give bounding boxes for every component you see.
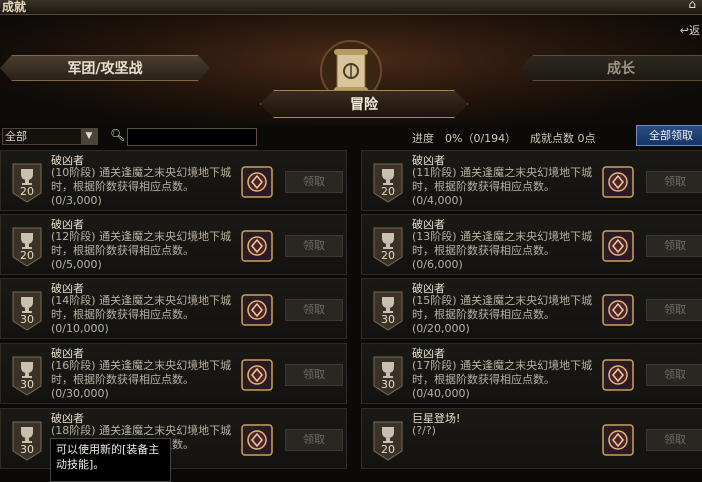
achievement-desc-text: (11阶段) 通关逢魔之末央幻境地下城时，根据阶数获得相应点数。 xyxy=(412,166,593,193)
achievement-desc-text: (15阶段) 通关逢魔之末央幻境地下城时，根据阶数获得相应点数。 xyxy=(412,294,593,321)
achievement-card: 30 破凶者 (17阶段) 通关逢魔之末央幻境地下城时，根据阶数获得相应点数。 … xyxy=(361,343,702,404)
claim-button[interactable]: 领取 xyxy=(646,364,702,386)
achievement-description: (12阶段) 通关逢魔之末央幻境地下城时，根据阶数获得相应点数。 (0/5,00… xyxy=(51,230,237,272)
achievement-card: 30 破凶者 (15阶段) 通关逢魔之末央幻境地下城时，根据阶数获得相应点数。 … xyxy=(361,278,702,339)
achievement-desc-text: (14阶段) 通关逢魔之末央幻境地下城时，根据阶数获得相应点数。 xyxy=(51,294,232,321)
achievement-points: 成就点数 0点 xyxy=(530,132,596,145)
reward-icon[interactable] xyxy=(602,230,634,262)
filter-value: 全部 xyxy=(5,130,27,143)
search-input[interactable] xyxy=(127,128,257,146)
badge-points: 30 xyxy=(381,313,395,326)
claim-button[interactable]: 领取 xyxy=(646,429,702,451)
achievement-progress: (0/20,000) xyxy=(412,322,470,335)
achievement-description: (10阶段) 通关逢魔之末央幻境地下城时，根据阶数获得相应点数。 (0/3,00… xyxy=(51,166,237,208)
badge-points: 30 xyxy=(20,313,34,326)
claim-button[interactable]: 领取 xyxy=(646,171,702,193)
badge-points: 20 xyxy=(20,185,34,198)
achievement-progress: (0/4,000) xyxy=(412,194,463,207)
badge-points: 30 xyxy=(20,378,34,391)
achievement-card: 20 破凶者 (12阶段) 通关逢魔之末央幻境地下城时，根据阶数获得相应点数。 … xyxy=(0,214,347,275)
tab-adventure[interactable]: 冒险 xyxy=(260,90,468,118)
achievement-card: 20 巨星登场! (?/?) 领取 xyxy=(361,408,702,469)
achievement-description: (17阶段) 通关逢魔之末央幻境地下城时，根据阶数获得相应点数。 (0/40,0… xyxy=(412,359,598,401)
claim-button[interactable]: 领取 xyxy=(285,235,343,257)
tab-growth[interactable]: 成长 xyxy=(521,55,702,81)
progress-text: 进度 0%（0/194） xyxy=(412,132,517,145)
window-title: 成就 xyxy=(2,0,27,14)
search-icon: 🔍︎ xyxy=(110,128,126,142)
reward-icon[interactable] xyxy=(602,294,634,326)
claim-button[interactable]: 领取 xyxy=(646,235,702,257)
achievement-progress: (0/6,000) xyxy=(412,258,463,271)
badge-points: 30 xyxy=(381,378,395,391)
achievement-desc-text: (17阶段) 通关逢魔之末央幻境地下城时，根据阶数获得相应点数。 xyxy=(412,359,593,386)
achievement-desc-text: (16阶段) 通关逢魔之末央幻境地下城时，根据阶数获得相应点数。 xyxy=(51,359,232,386)
claim-button[interactable]: 领取 xyxy=(285,364,343,386)
achievement-desc-text: (13阶段) 通关逢魔之末央幻境地下城时，根据阶数获得相应点数。 xyxy=(412,230,593,257)
achievement-desc-text: (?/?) xyxy=(412,424,436,437)
title-bar: 成就 ⌂ xyxy=(0,0,702,15)
achievement-card: 20 破凶者 (11阶段) 通关逢魔之末央幻境地下城时，根据阶数获得相应点数。 … xyxy=(361,150,702,211)
claim-all-button[interactable]: 全部领取 xyxy=(636,125,702,146)
reward-icon[interactable] xyxy=(241,424,273,456)
achievement-description: (11阶段) 通关逢魔之末央幻境地下城时，根据阶数获得相应点数。 (0/4,00… xyxy=(412,166,598,208)
badge-points: 20 xyxy=(381,249,395,262)
badge-points: 20 xyxy=(20,249,34,262)
achievement-desc-text: (12阶段) 通关逢魔之末央幻境地下城时，根据阶数获得相应点数。 xyxy=(51,230,232,257)
claim-button[interactable]: 领取 xyxy=(285,299,343,321)
achievement-card: 30 破凶者 (14阶段) 通关逢魔之末央幻境地下城时，根据阶数获得相应点数。 … xyxy=(0,278,347,339)
achievement-desc-text: (10阶段) 通关逢魔之末央幻境地下城时，根据阶数获得相应点数。 xyxy=(51,166,232,193)
achievement-progress: (0/10,000) xyxy=(51,322,109,335)
reward-icon[interactable] xyxy=(602,424,634,456)
achievement-description: (15阶段) 通关逢魔之末央幻境地下城时，根据阶数获得相应点数。 (0/20,0… xyxy=(412,294,598,336)
badge-points: 30 xyxy=(20,443,34,456)
filter-dropdown[interactable]: 全部 ▼ xyxy=(2,128,98,145)
chevron-down-icon[interactable]: ▼ xyxy=(81,129,97,144)
badge-points: 20 xyxy=(381,185,395,198)
achievement-description: (13阶段) 通关逢魔之末央幻境地下城时，根据阶数获得相应点数。 (0/6,00… xyxy=(412,230,598,272)
claim-button[interactable]: 领取 xyxy=(285,171,343,193)
home-icon[interactable]: ⌂ xyxy=(688,0,696,11)
reward-icon[interactable] xyxy=(241,294,273,326)
achievement-progress: (0/40,000) xyxy=(412,387,470,400)
skill-tooltip: 可以使用新的[装备主动技能]。 xyxy=(50,438,171,482)
reward-icon[interactable] xyxy=(241,166,273,198)
back-button[interactable]: ↩返 xyxy=(680,22,700,38)
reward-icon[interactable] xyxy=(241,359,273,391)
achievement-description: (14阶段) 通关逢魔之末央幻境地下城时，根据阶数获得相应点数。 (0/10,0… xyxy=(51,294,237,336)
reward-icon[interactable] xyxy=(241,230,273,262)
achievement-description: (?/?) xyxy=(412,424,598,438)
achievement-card: 20 破凶者 (13阶段) 通关逢魔之末央幻境地下城时，根据阶数获得相应点数。 … xyxy=(361,214,702,275)
achievement-card: 30 破凶者 (16阶段) 通关逢魔之末央幻境地下城时，根据阶数获得相应点数。 … xyxy=(0,343,347,404)
badge-points: 20 xyxy=(381,443,395,456)
achievement-progress: (0/3,000) xyxy=(51,194,102,207)
achievement-progress: (0/30,000) xyxy=(51,387,109,400)
reward-icon[interactable] xyxy=(602,166,634,198)
claim-button[interactable]: 领取 xyxy=(646,299,702,321)
achievement-description: (16阶段) 通关逢魔之末央幻境地下城时，根据阶数获得相应点数。 (0/30,0… xyxy=(51,359,237,401)
claim-button[interactable]: 领取 xyxy=(285,429,343,451)
achievement-card: 20 破凶者 (10阶段) 通关逢魔之末央幻境地下城时，根据阶数获得相应点数。 … xyxy=(0,150,347,211)
achievement-progress: (0/5,000) xyxy=(51,258,102,271)
reward-icon[interactable] xyxy=(602,359,634,391)
back-label: 返 xyxy=(689,24,700,37)
tab-legion-siege[interactable]: 军团/攻坚战 xyxy=(0,55,210,81)
